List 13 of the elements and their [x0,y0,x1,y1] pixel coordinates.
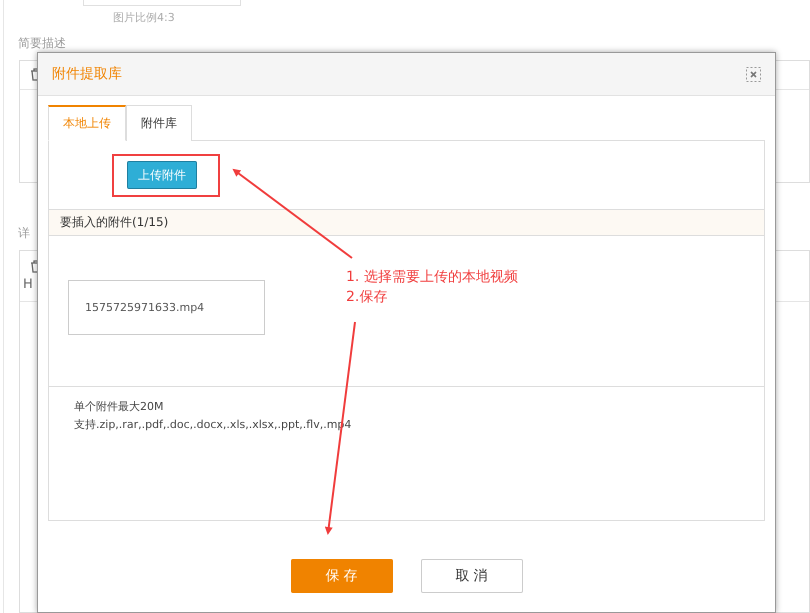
field-label: 简要描述 [18,34,67,52]
annotation-text: 2.保存 [346,288,388,306]
heading-button[interactable]: H [23,276,33,292]
field-label: 详 [18,224,31,242]
note-text: 单个附件最大20M [74,399,164,414]
annotation-text: 1. 选择需要上传的本地视频 [346,268,518,286]
tab[interactable]: 附件库 [126,105,192,141]
dialog-title: 附件提取库 [52,65,122,83]
file-card[interactable]: 1575725971633.mp4 [68,280,265,335]
image-caption: 图片比例4:3 [113,10,176,25]
section-header: 要插入的附件(1/15) [49,209,764,236]
cancel-button[interactable]: 取 消 [420,559,522,593]
close-icon[interactable] [746,66,761,82]
